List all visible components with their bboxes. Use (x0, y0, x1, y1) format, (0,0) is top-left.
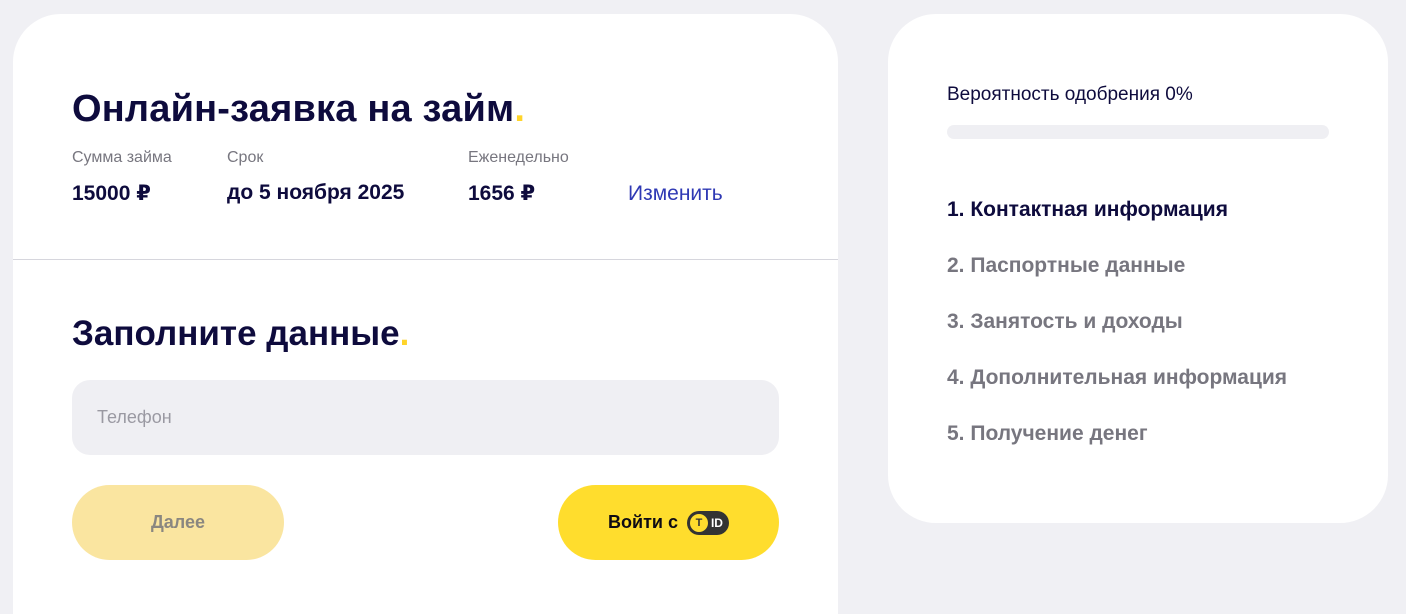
weekly-payment-label: Еженедельно (468, 149, 569, 166)
loan-term-value: до 5 ноября 2025 (227, 181, 405, 204)
title-accent-dot: . (514, 88, 526, 130)
step-item: 2. Паспортные данные (947, 254, 1186, 277)
next-button[interactable]: Далее (72, 485, 284, 560)
loan-amount-label: Сумма займа (72, 149, 172, 166)
weekly-payment: Еженедельно 1656 ₽ (468, 149, 569, 206)
step-item: 1. Контактная информация (947, 198, 1228, 221)
form-title: Заполните данные. (72, 314, 410, 353)
change-link[interactable]: Изменить (628, 182, 723, 206)
steps-list: 1. Контактная информация 2. Паспортные да… (947, 198, 1287, 478)
form-title-accent-dot: . (399, 314, 410, 353)
progress-card: Вероятность одобрения 0% 1. Контактная и… (888, 14, 1388, 523)
tid-button-label: Войти с (608, 512, 678, 532)
divider (13, 259, 838, 260)
step-item: 4. Дополнительная информация (947, 366, 1288, 389)
approval-probability: Вероятность одобрения 0% (947, 84, 1193, 105)
weekly-payment-value: 1656 ₽ (468, 182, 536, 205)
t-id-text: ID (710, 515, 723, 530)
approval-progress-bar (947, 125, 1329, 139)
step-item: 3. Занятость и доходы (947, 310, 1183, 333)
page-title: Онлайн-заявка на займ. (72, 88, 526, 130)
loan-term-label: Срок (227, 149, 264, 166)
loan-term: Срок до 5 ноября 2025 (227, 149, 404, 205)
application-card: Онлайн-заявка на займ. Сумма займа 15000… (13, 14, 838, 614)
loan-amount-value: 15000 ₽ (72, 182, 151, 205)
login-with-tid-button[interactable]: Войти с T ID (558, 485, 779, 560)
t-id-shield: T (689, 513, 708, 532)
step-item: 5. Получение денег (947, 422, 1148, 445)
t-id-logo-icon: T ID (686, 510, 729, 535)
loan-amount: Сумма займа 15000 ₽ (72, 149, 172, 206)
phone-input[interactable] (72, 380, 779, 455)
